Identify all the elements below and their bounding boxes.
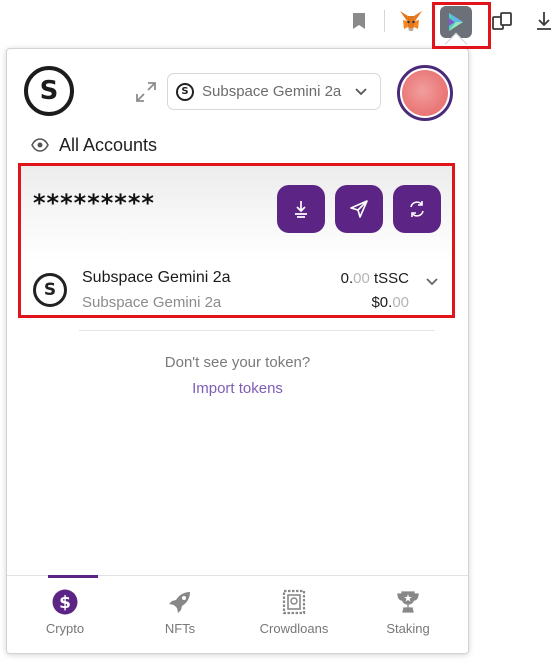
popup-header: S S Subspace Gemini 2a xyxy=(7,49,468,133)
svg-text:$: $ xyxy=(59,593,71,613)
nav-label-staking: Staking xyxy=(386,621,430,636)
extensions-puzzle-icon[interactable] xyxy=(490,9,514,33)
token-fiat-value: $0.00 xyxy=(371,294,409,311)
masked-balance: ********* xyxy=(33,189,155,217)
import-tokens-link[interactable]: Import tokens xyxy=(7,380,468,397)
dollar-circle-icon: $ xyxy=(51,588,79,616)
nav-active-indicator xyxy=(48,575,98,578)
logo-s-glyph: S xyxy=(39,76,59,106)
network-selector[interactable]: S Subspace Gemini 2a xyxy=(167,73,381,110)
swap-icon xyxy=(410,201,424,217)
token-name: Subspace Gemini 2a xyxy=(82,269,231,286)
rocket-icon xyxy=(166,588,194,616)
token-row[interactable]: S Subspace Gemini 2a Subspace Gemini 2a … xyxy=(23,263,453,315)
avatar-image xyxy=(402,70,448,116)
metamask-fox-icon[interactable] xyxy=(398,8,424,34)
network-logo-icon: S xyxy=(176,82,194,101)
accounts-selector[interactable]: All Accounts xyxy=(31,133,157,157)
amount-integer: 0. xyxy=(340,270,354,287)
token-logo: S xyxy=(33,273,67,307)
token-network-name: Subspace Gemini 2a xyxy=(82,294,222,311)
receive-button[interactable] xyxy=(277,185,325,233)
send-icon xyxy=(350,200,368,218)
browser-toolbar xyxy=(0,0,554,44)
nav-label-nfts: NFTs xyxy=(164,621,196,636)
send-button[interactable] xyxy=(335,185,383,233)
token-symbol: tSSC xyxy=(369,270,409,287)
trophy-icon xyxy=(394,588,422,616)
chevron-down-icon xyxy=(355,88,367,96)
fiat-decimals: 00 xyxy=(392,294,409,311)
download-icon[interactable] xyxy=(534,9,554,33)
nav-item-crypto[interactable]: $ Crypto xyxy=(15,575,115,653)
bookmark-icon[interactable] xyxy=(350,10,368,32)
nav-item-nfts[interactable]: NFTs xyxy=(130,576,230,653)
chevron-down-icon[interactable] xyxy=(425,275,439,289)
nav-label-crypto: Crypto xyxy=(45,621,85,636)
nav-label-crowdloans: Crowdloans xyxy=(259,621,329,636)
network-name: Subspace Gemini 2a xyxy=(202,83,342,100)
toolbar-separator xyxy=(384,10,385,32)
bottom-nav: $ Crypto NFTs Crowdloans Staking xyxy=(7,575,468,653)
expand-view-icon[interactable] xyxy=(135,81,157,103)
accounts-label: All Accounts xyxy=(59,134,158,155)
account-avatar[interactable] xyxy=(397,65,453,121)
page: S S Subspace Gemini 2a All Accounts ****… xyxy=(0,0,554,660)
subspace-logo: S xyxy=(24,66,74,116)
receive-icon xyxy=(295,201,307,218)
token-logo-glyph: S xyxy=(43,279,57,300)
swap-button[interactable] xyxy=(393,185,441,233)
fiat-integer: $0. xyxy=(371,294,393,311)
empty-state-question: Don't see your token? xyxy=(164,354,311,371)
stamp-icon xyxy=(280,588,308,616)
token-amount: 0.00 tSSC xyxy=(341,270,409,287)
nav-item-staking[interactable]: Staking xyxy=(358,576,458,653)
amount-decimals: 00 xyxy=(353,270,370,287)
nav-item-crowdloans[interactable]: Crowdloans xyxy=(244,576,344,653)
eye-icon[interactable] xyxy=(31,138,49,152)
divider xyxy=(79,330,435,331)
wallet-popup: S S Subspace Gemini 2a All Accounts ****… xyxy=(6,48,469,654)
